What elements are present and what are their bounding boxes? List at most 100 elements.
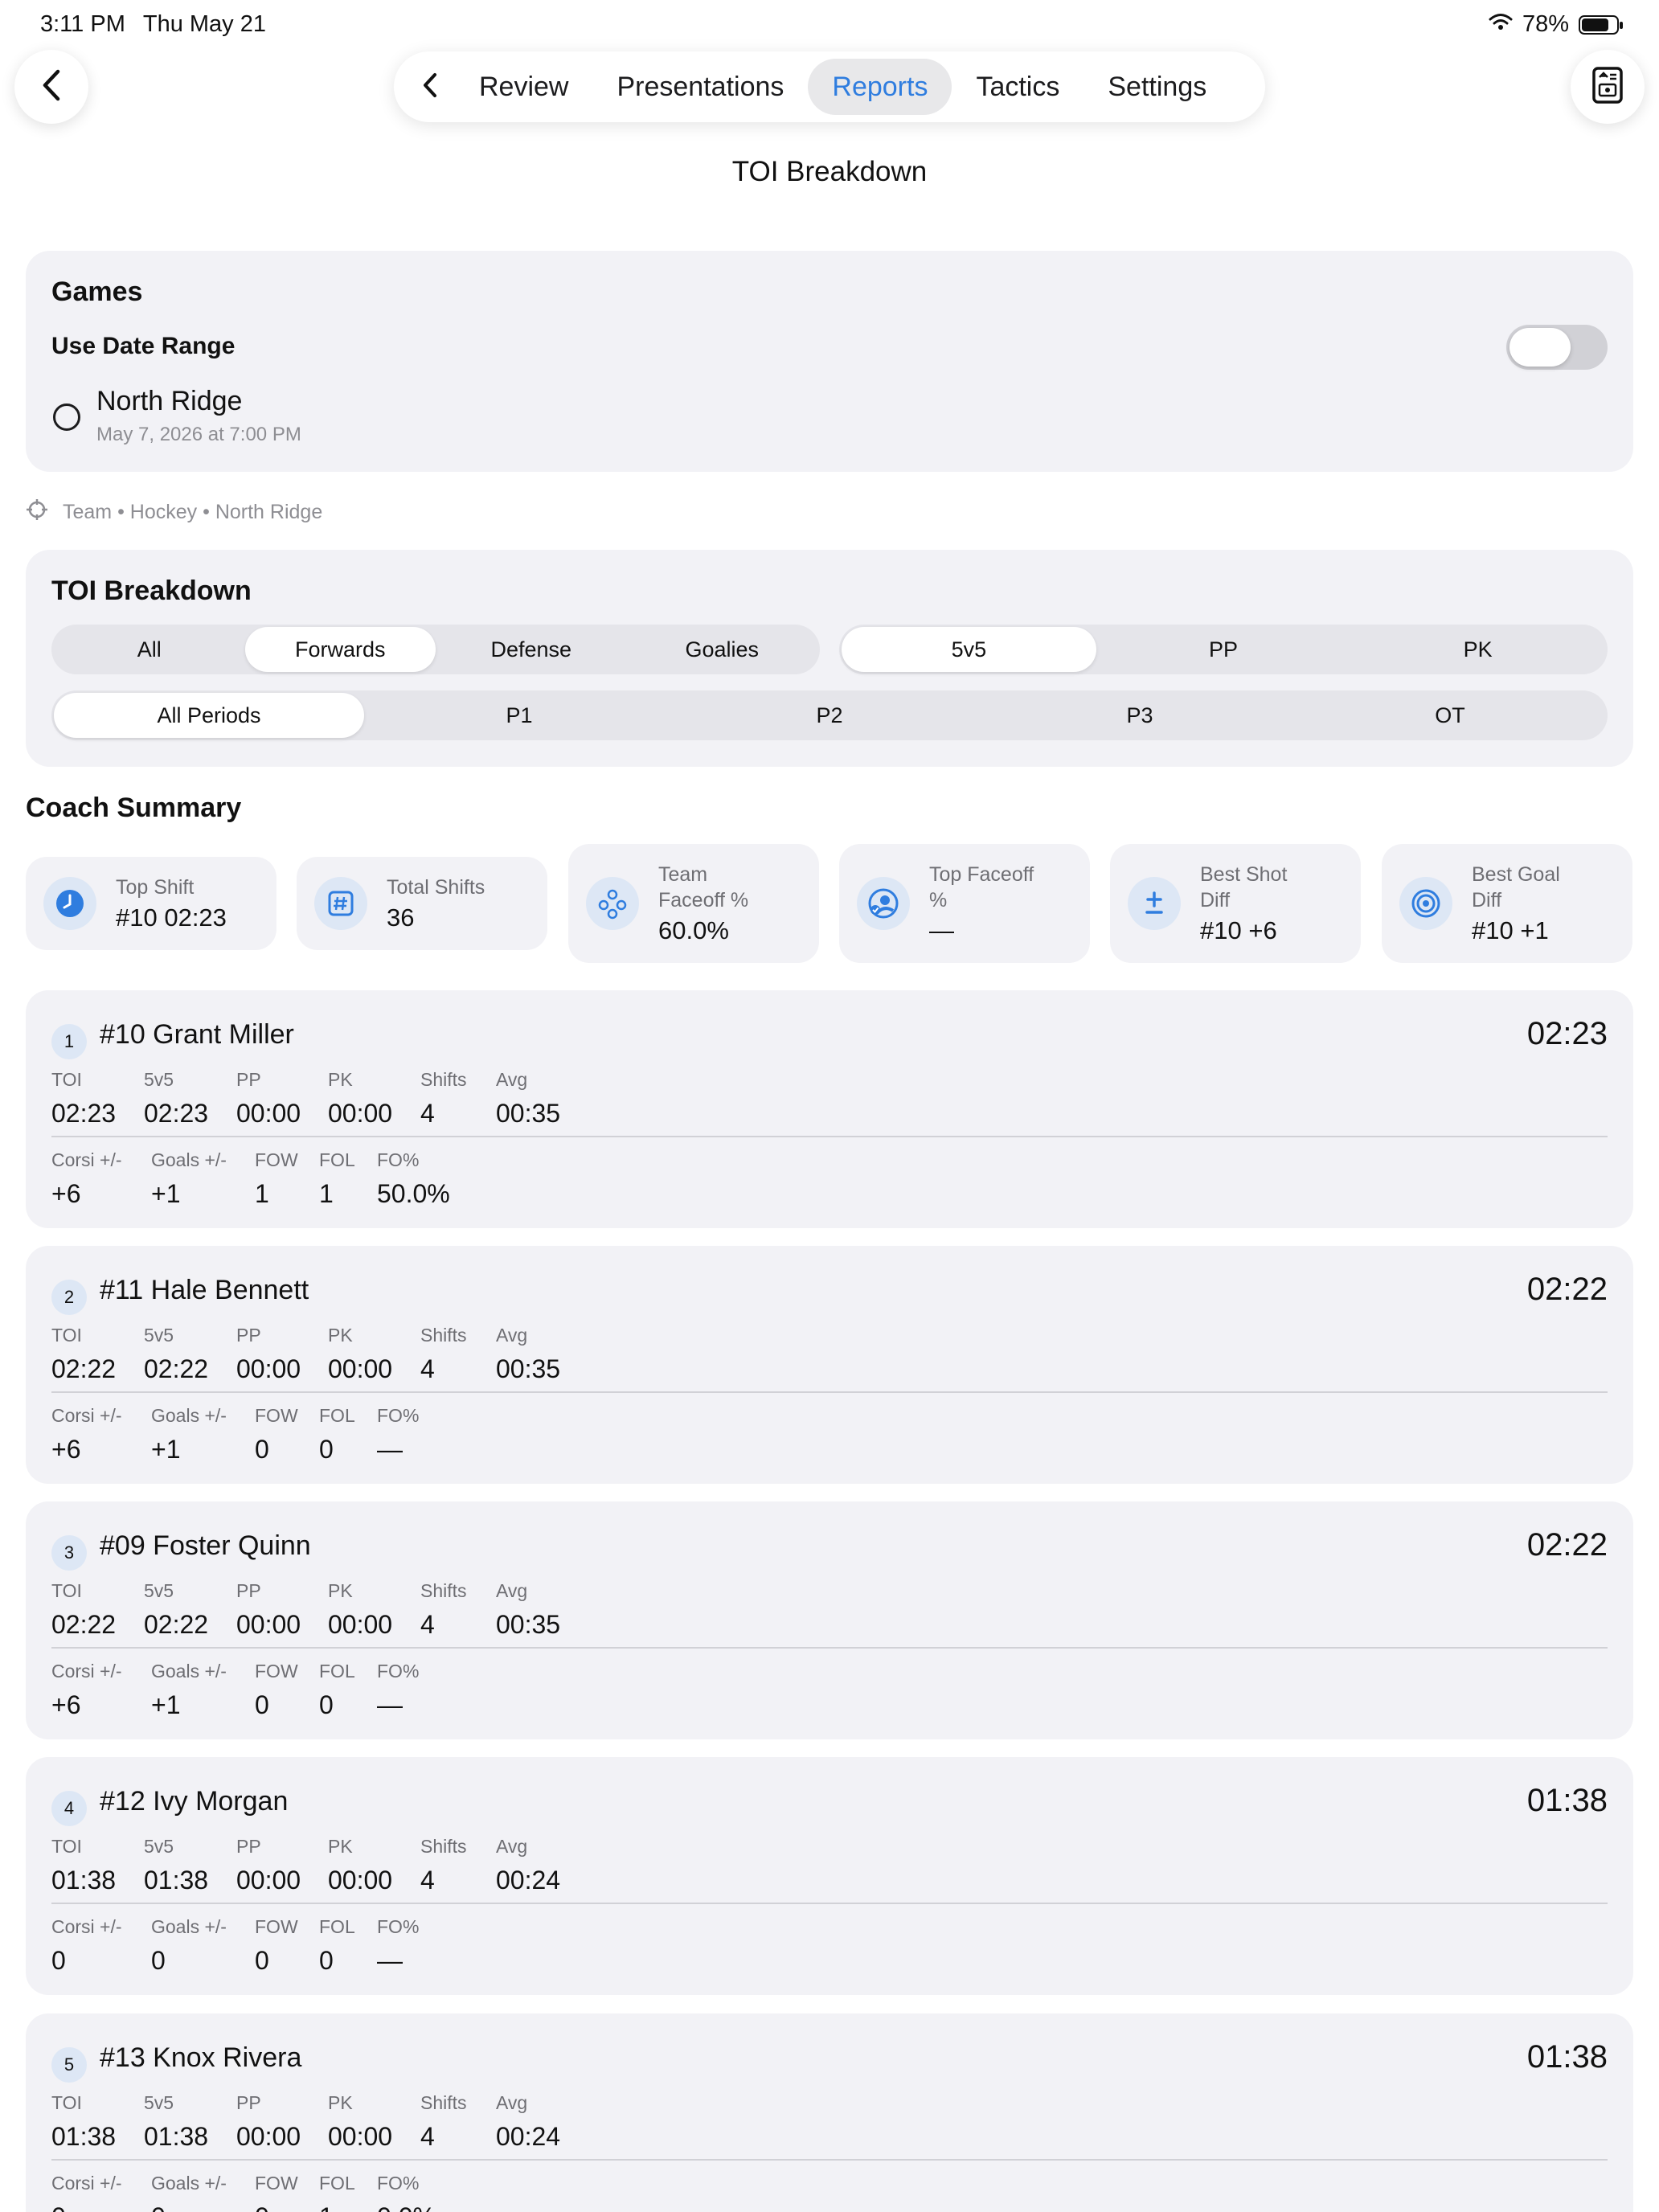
summary-card-total-shifts: Total Shifts 36	[297, 857, 547, 950]
stat-fow: FOW 1	[255, 1149, 298, 1209]
stat-shifts: Shifts 4	[420, 1580, 467, 1640]
tab-review[interactable]: Review	[455, 59, 592, 115]
stat-value: 01:38	[144, 1866, 209, 1895]
player-rank-badge: 5	[51, 2047, 87, 2083]
tab-tactics[interactable]: Tactics	[952, 59, 1083, 115]
segment-period-p3[interactable]: P3	[985, 693, 1295, 738]
game-name[interactable]: North Ridge	[96, 386, 242, 417]
page: 3:11 PM Thu May 21 78% Review Presentatio…	[0, 0, 1659, 2212]
breadcrumb-sport: Hockey	[129, 501, 198, 523]
stat-label: 5v5	[144, 1580, 174, 1601]
stat-label: FOW	[255, 2173, 298, 2194]
stat-value: 00:00	[328, 1099, 393, 1128]
stat-label: FO%	[377, 1916, 420, 1937]
player-card[interactable]: 3 #09 Foster Quinn 02:22 TOI 02:22 5v5 02:…	[26, 1501, 1633, 1739]
stat-toi: TOI 02:22	[51, 1325, 116, 1384]
stat-fo-pct: FO% —	[377, 1916, 419, 1976]
segment-period-all[interactable]: All Periods	[54, 693, 364, 738]
stat-label: 5v5	[144, 1325, 174, 1346]
segment-period-p2[interactable]: P2	[674, 693, 985, 738]
segment-period-p1[interactable]: P1	[364, 693, 674, 738]
stat-fow: FOW 0	[255, 1405, 298, 1464]
player-rank-badge: 4	[51, 1791, 87, 1826]
segment-situation-5v5[interactable]: 5v5	[842, 627, 1096, 672]
stat-label: TOI	[51, 1325, 82, 1346]
segment-position-all[interactable]: All	[54, 627, 245, 672]
battery-icon	[1579, 14, 1623, 35]
stat-avg: Avg 00:24	[496, 2092, 560, 2152]
stat-fol: FOL 1	[319, 1149, 355, 1209]
stat-label: FOW	[255, 1149, 298, 1170]
player-rank-badge: 1	[51, 1024, 87, 1059]
player-total-toi: 02:22	[1526, 1272, 1608, 1307]
stat-label: Avg	[496, 1325, 528, 1346]
stat-pk: PK 00:00	[328, 2092, 392, 2152]
stat-value: 01:38	[51, 2122, 117, 2151]
report-list-icon	[1591, 66, 1624, 109]
player-total-toi: 01:38	[1526, 1783, 1608, 1818]
stat-shifts: Shifts 4	[420, 1325, 467, 1384]
stat-shifts: Shifts 4	[420, 1069, 467, 1129]
segment-position-goalies[interactable]: Goalies	[627, 627, 818, 672]
stat-value: 02:22	[51, 1354, 117, 1383]
stat-label: FOL	[319, 1149, 355, 1170]
stat-value: 01:38	[51, 1866, 117, 1895]
segment-position-forwards[interactable]: Forwards	[244, 627, 436, 672]
tab-presentations[interactable]: Presentations	[592, 59, 808, 115]
player-name: #09 Foster Quinn	[100, 1530, 311, 1561]
stat-5v5: 5v5 01:38	[144, 1836, 208, 1895]
player-card[interactable]: 5 #13 Knox Rivera 01:38 TOI 01:38 5v5 01:3…	[26, 2013, 1633, 2212]
summary-label: Top Faceoff %	[929, 863, 1034, 911]
stat-value: 00:35	[496, 1610, 561, 1639]
report-list-button[interactable]	[1571, 50, 1645, 124]
player-card[interactable]: 4 #12 Ivy Morgan 01:38 TOI 01:38 5v5 01:38…	[26, 1757, 1633, 1995]
player-rank-badge: 2	[51, 1280, 87, 1315]
stat-label: PK	[328, 1580, 353, 1601]
stat-avg: Avg 00:35	[496, 1325, 560, 1384]
page-title: TOI Breakdown	[731, 156, 928, 187]
stat-label: FO%	[377, 2173, 420, 2194]
target-icon	[1399, 877, 1452, 930]
stat-label: Shifts	[420, 1325, 467, 1346]
summary-label: Best Goal Diff	[1472, 863, 1560, 911]
stat-label: PK	[328, 2092, 353, 2113]
coach-summary-title: Coach Summary	[26, 793, 242, 823]
tab-settings[interactable]: Settings	[1083, 59, 1231, 115]
player-card[interactable]: 2 #11 Hale Bennett 02:22 TOI 02:22 5v5 02:…	[26, 1246, 1633, 1484]
stat-value: 1	[319, 2202, 355, 2212]
use-date-range-toggle[interactable]	[1506, 325, 1608, 370]
segment-situation-pp[interactable]: PP	[1096, 627, 1351, 672]
crosshair-icon	[26, 498, 48, 526]
tab-reports[interactable]: Reports	[808, 59, 952, 115]
segment-period-ot[interactable]: OT	[1295, 693, 1605, 738]
stat-value: 00:24	[496, 2122, 561, 2151]
status-right: 78%	[1489, 11, 1623, 38]
stat-avg: Avg 00:24	[496, 1836, 560, 1895]
summary-label: Top Shift	[116, 876, 195, 899]
stat-value: 0	[51, 1946, 66, 1975]
player-name: #11 Hale Bennett	[100, 1275, 309, 1305]
stat-label: PP	[236, 2092, 261, 2113]
stat-value: 1	[255, 1179, 269, 1208]
games-title: Games	[51, 276, 143, 307]
stat-goals: Goals +/- +1	[151, 1405, 227, 1464]
stat-label: PP	[236, 1836, 261, 1857]
segment-position-defense[interactable]: Defense	[436, 627, 627, 672]
player-card[interactable]: 1 #10 Grant Miller 02:23 TOI 02:23 5v5 02:…	[26, 990, 1633, 1228]
stat-fol: FOL 0	[319, 1916, 355, 1976]
stat-value: 02:22	[144, 1610, 209, 1639]
breadcrumb-team: Team	[63, 501, 113, 523]
stat-value: 01:38	[144, 2122, 209, 2151]
stat-5v5: 5v5 02:22	[144, 1580, 208, 1640]
stat-value: 0.0%	[377, 2202, 436, 2212]
stat-label: PK	[328, 1325, 353, 1346]
tab-bar-back-button[interactable]	[405, 62, 455, 112]
segment-situation-pk[interactable]: PK	[1350, 627, 1605, 672]
stat-value: 0	[319, 1690, 334, 1719]
summary-card-best-shot-diff: Best Shot Diff #10 +6	[1110, 844, 1361, 963]
back-button[interactable]	[14, 50, 88, 124]
stat-label: Corsi +/-	[51, 1661, 122, 1682]
game-radio-button[interactable]	[53, 403, 80, 431]
summary-value: —	[929, 916, 954, 944]
stat-label: Shifts	[420, 1580, 467, 1601]
